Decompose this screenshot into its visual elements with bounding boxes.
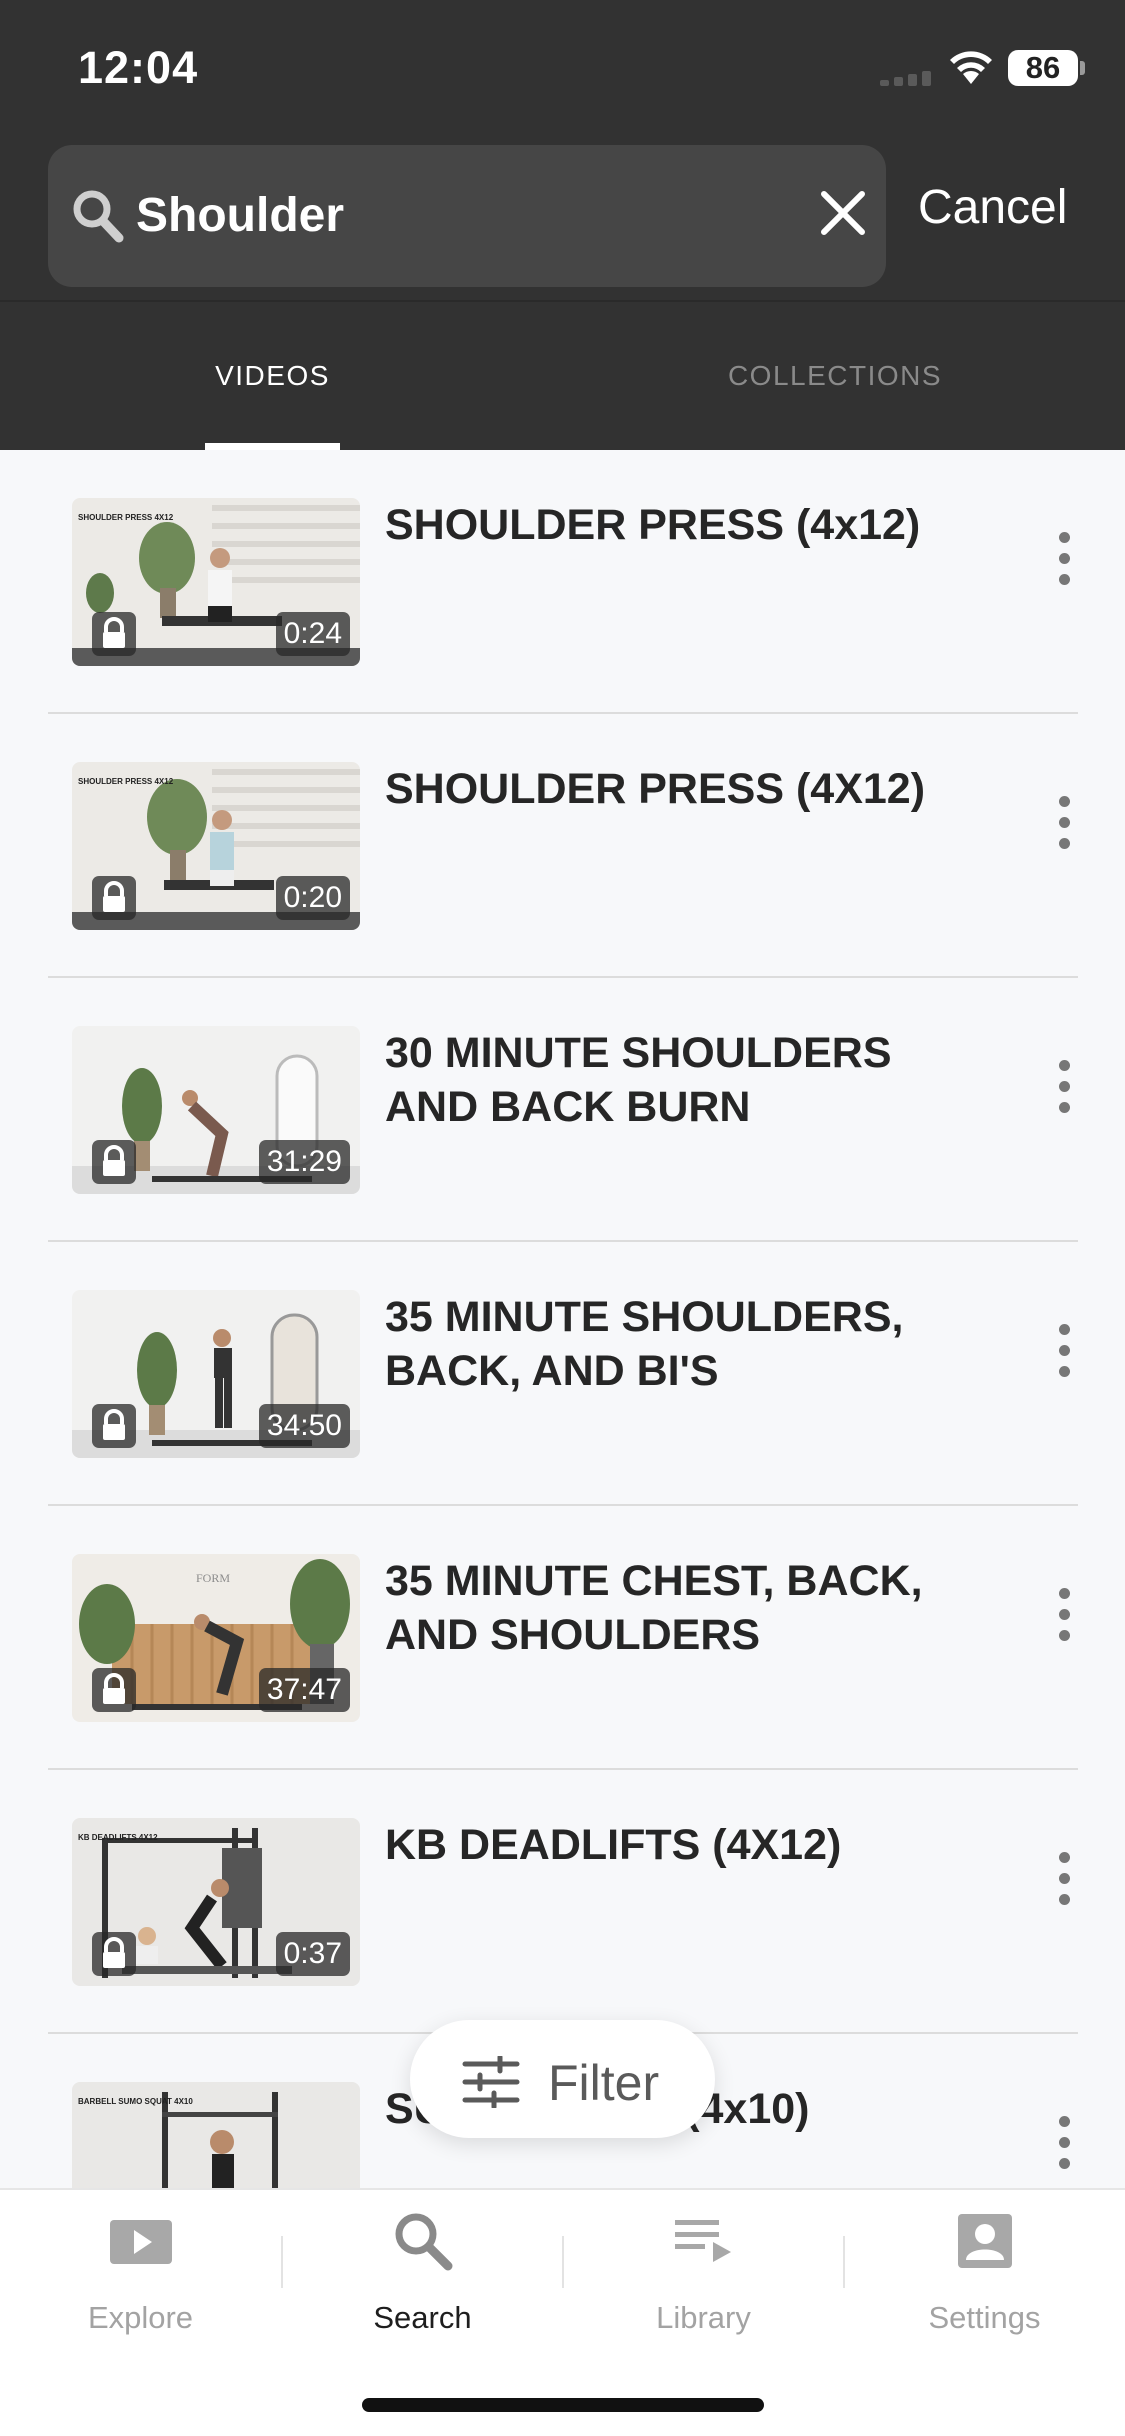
play-icon <box>110 2220 172 2264</box>
playlist-icon <box>675 2220 731 2262</box>
search-icon <box>395 2213 453 2271</box>
battery-icon: 86 <box>1008 50 1078 86</box>
video-thumbnail[interactable]: KB DEADLIFTS 4X12 0:37 <box>72 1818 360 1986</box>
wifi-icon <box>950 51 992 84</box>
video-thumbnail[interactable]: FORM 37:47 <box>72 1554 360 1722</box>
more-options-icon[interactable] <box>1052 2116 1076 2176</box>
video-duration: 31:29 <box>258 1140 350 1184</box>
video-row[interactable]: KB DEADLIFTS 4X12 0:37 KB DEADLIFTS (4X1… <box>0 1770 1125 2034</box>
tabbar-label: Search <box>373 2300 472 2335</box>
filter-button[interactable]: Filter <box>410 2020 715 2138</box>
video-title[interactable]: SHOULDER PRESS (4x12) <box>385 498 985 552</box>
video-title[interactable]: 35 MINUTE CHEST, BACK, AND SHOULDERS <box>385 1554 985 1662</box>
video-title[interactable]: KB DEADLIFTS (4X12) <box>385 1818 985 1872</box>
thumb-overlay-text: KB DEADLIFTS 4X12 <box>78 1833 158 1842</box>
video-title[interactable]: SHOULDER PRESS (4X12) <box>385 762 985 816</box>
more-options-icon[interactable] <box>1052 796 1076 856</box>
more-options-icon[interactable] <box>1052 1060 1076 1120</box>
video-thumbnail[interactable]: SHOULDER PRESS 4X12 0:24 <box>72 498 360 666</box>
tabbar-label: Library <box>656 2300 751 2335</box>
lock-icon <box>92 1404 136 1448</box>
more-options-icon[interactable] <box>1052 1588 1076 1648</box>
thumb-overlay-text: SHOULDER PRESS 4X12 <box>78 513 174 522</box>
tab-videos[interactable]: VIDEOS <box>0 360 545 392</box>
thumb-overlay-text: FORM <box>196 1571 230 1585</box>
tabbar-item-library[interactable]: Library <box>563 2190 844 2390</box>
tabbar-item-search[interactable]: Search <box>282 2190 563 2390</box>
thumb-overlay-text: BARBELL SUMO SQUAT 4X10 <box>78 2097 193 2106</box>
home-indicator <box>362 2398 764 2412</box>
video-thumbnail[interactable]: 31:29 <box>72 1026 360 1194</box>
video-row[interactable]: FORM 37:47 35 MINUTE CHEST, BACK, AND SH… <box>0 1506 1125 1770</box>
header: 12:04 86 Cancel VIDEOS <box>0 0 1125 450</box>
video-thumbnail[interactable]: SHOULDER PRESS 4X12 0:20 <box>72 762 360 930</box>
video-row[interactable]: SHOULDER PRESS 4X12 0:24 SHOULDER PRESS … <box>0 450 1125 714</box>
more-options-icon[interactable] <box>1052 1852 1076 1912</box>
tabbar-label: Settings <box>928 2300 1041 2335</box>
video-duration: 37:47 <box>258 1668 350 1712</box>
video-row[interactable]: 34:50 35 MINUTE SHOULDERS, BACK, AND BI'… <box>0 1242 1125 1506</box>
tab-collections[interactable]: COLLECTIONS <box>545 360 1125 392</box>
lock-icon <box>92 1140 136 1184</box>
tabbar-label: Explore <box>87 2300 194 2335</box>
video-row[interactable]: SHOULDER PRESS 4X12 0:20 SHOULDER PRESS … <box>0 714 1125 978</box>
more-options-icon[interactable] <box>1052 532 1076 592</box>
active-tab-indicator <box>205 443 340 450</box>
clear-icon[interactable] <box>820 190 866 236</box>
search-input[interactable] <box>136 175 756 255</box>
thumb-overlay-text: SHOULDER PRESS 4X12 <box>78 777 174 786</box>
cellular-signal-icon <box>880 70 936 86</box>
search-icon <box>73 190 124 243</box>
lock-icon <box>92 612 136 656</box>
cancel-button[interactable]: Cancel <box>918 180 1067 235</box>
status-bar: 12:04 86 <box>0 0 1125 140</box>
lock-icon <box>92 876 136 920</box>
video-duration: 0:24 <box>275 612 350 656</box>
video-duration: 34:50 <box>258 1404 350 1448</box>
lock-icon <box>92 1932 136 1976</box>
battery-tip <box>1080 61 1085 75</box>
video-title[interactable]: 35 MINUTE SHOULDERS, BACK, AND BI'S <box>385 1290 985 1398</box>
header-divider <box>0 300 1125 302</box>
account-icon <box>958 2214 1012 2268</box>
tabbar-item-explore[interactable]: Explore <box>0 2190 281 2390</box>
status-time: 12:04 <box>78 42 199 93</box>
video-duration: 0:20 <box>275 876 350 920</box>
more-options-icon[interactable] <box>1052 1324 1076 1384</box>
video-thumbnail[interactable]: 34:50 <box>72 1290 360 1458</box>
video-title[interactable]: 30 MINUTE SHOULDERS AND BACK BURN <box>385 1026 985 1134</box>
tabbar-item-settings[interactable]: Settings <box>844 2190 1125 2390</box>
search-screen: 12:04 86 Cancel VIDEOS <box>0 0 1125 2436</box>
video-row[interactable]: 31:29 30 MINUTE SHOULDERS AND BACK BURN <box>0 978 1125 1242</box>
lock-icon <box>92 1668 136 1712</box>
video-duration: 0:37 <box>275 1932 350 1976</box>
sliders-icon <box>462 2056 520 2108</box>
search-box[interactable] <box>48 145 886 287</box>
filter-label: Filter <box>548 2055 660 2111</box>
